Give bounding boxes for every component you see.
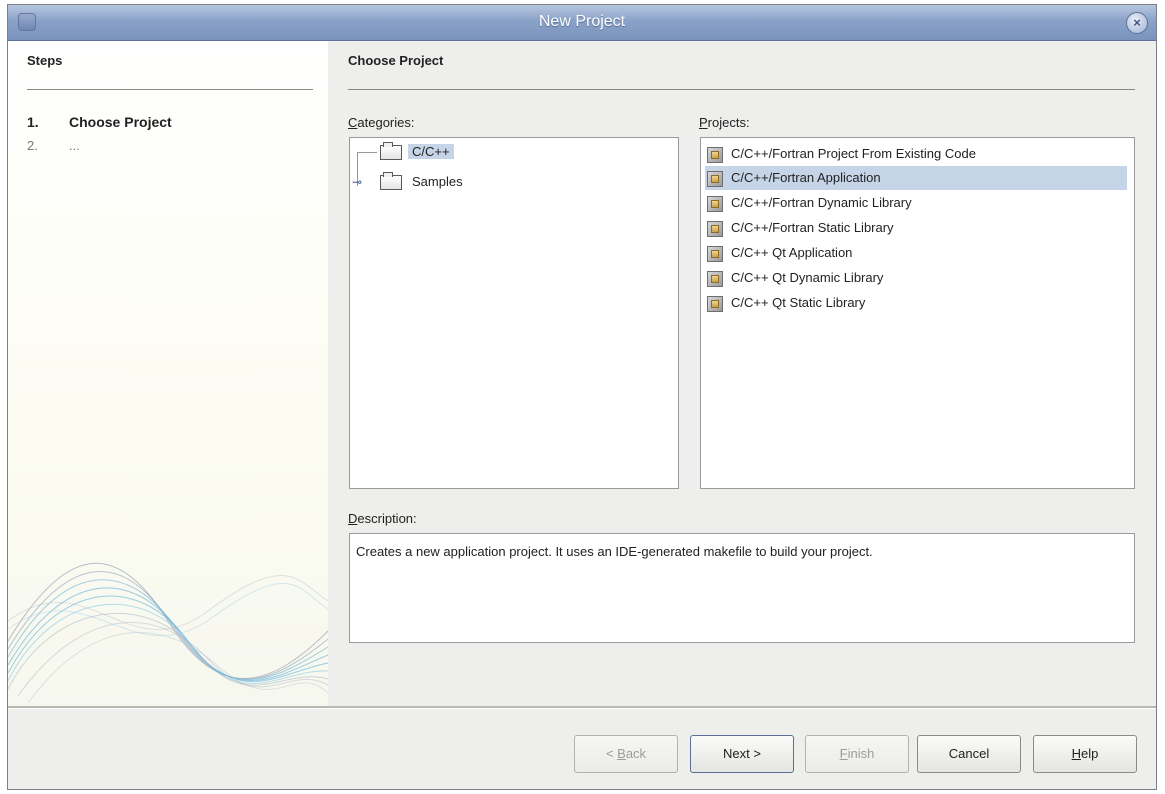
footer-divider: [8, 706, 1156, 709]
project-item[interactable]: C/C++ Qt Application: [705, 241, 1127, 265]
steps-pane: Steps 1. Choose Project 2....: [8, 41, 328, 706]
folder-icon: [380, 142, 402, 161]
help-button[interactable]: Help: [1033, 735, 1137, 773]
new-project-dialog: New Project × Steps 1. Choose Project 2..…: [7, 4, 1157, 790]
project-item[interactable]: C/C++/Fortran Application: [705, 166, 1127, 190]
project-type-icon: [707, 270, 723, 287]
project-item[interactable]: C/C++/Fortran Dynamic Library: [705, 191, 1127, 215]
categories-label-mnemonic: C: [348, 115, 358, 130]
project-label: C/C++/Fortran Static Library: [731, 220, 894, 235]
project-item[interactable]: C/C++ Qt Dynamic Library: [705, 266, 1127, 290]
project-type-icon: [707, 195, 723, 212]
project-type-icon: [707, 170, 723, 187]
project-type-icon: [707, 245, 723, 262]
section-divider: [348, 89, 1135, 90]
step-label: Choose Project: [69, 114, 172, 130]
project-label: C/C++ Qt Dynamic Library: [731, 270, 884, 285]
description-label-rest: escription:: [357, 511, 417, 526]
steps-divider: [27, 89, 313, 90]
choose-project-panel: Choose Project Categories: Projects: ⊸ C…: [328, 41, 1158, 706]
categories-label-rest: ategories:: [357, 115, 415, 130]
project-label: C/C++/Fortran Project From Existing Code: [731, 146, 976, 161]
help-mnemonic: H: [1071, 746, 1082, 761]
expand-handle-icon[interactable]: ⊸: [352, 176, 362, 188]
projects-label-mnemonic: P: [699, 115, 708, 130]
step-item-next: 2....: [27, 138, 80, 153]
finish-mnemonic: F: [839, 746, 848, 761]
description-box[interactable]: Creates a new application project. It us…: [349, 533, 1135, 643]
finish-rest: inish: [847, 746, 875, 761]
step-item-choose-project: 1. Choose Project: [27, 114, 172, 130]
project-label: C/C++ Qt Application: [731, 245, 853, 260]
tree-connector: [357, 152, 377, 153]
folder-icon: [380, 172, 402, 191]
description-label-mnemonic: D: [348, 511, 358, 526]
projects-label-rest: rojects:: [707, 115, 750, 130]
cancel-button[interactable]: Cancel: [917, 735, 1021, 773]
category-item-samples[interactable]: Samples: [380, 171, 467, 193]
categories-label: Categories:: [348, 115, 414, 130]
next-button[interactable]: Next >: [690, 735, 794, 773]
category-item-cpp[interactable]: C/C++: [380, 141, 454, 163]
back-button[interactable]: < Back: [574, 735, 678, 773]
back-prefix: <: [605, 746, 618, 761]
category-label: Samples: [412, 174, 463, 189]
project-label: C/C++ Qt Static Library: [731, 295, 866, 310]
title-bar[interactable]: New Project ×: [8, 5, 1156, 41]
category-label: C/C++: [408, 144, 454, 159]
description-label: Description:: [348, 511, 417, 526]
section-title: Choose Project: [348, 53, 444, 68]
project-item[interactable]: C/C++/Fortran Project From Existing Code: [705, 142, 1127, 166]
back-rest: ack: [625, 746, 647, 761]
project-type-icon: [707, 295, 723, 312]
help-rest: elp: [1081, 746, 1099, 761]
project-label: C/C++/Fortran Application: [731, 170, 881, 185]
categories-tree[interactable]: ⊸ C/C++ Samples: [349, 137, 679, 489]
project-item[interactable]: C/C++ Qt Static Library: [705, 291, 1127, 315]
step-label: ...: [69, 138, 80, 153]
decorative-wave-graphic: [8, 562, 328, 704]
window-title: New Project: [538, 13, 626, 30]
finish-button[interactable]: Finish: [805, 735, 909, 773]
back-mnemonic: B: [617, 746, 626, 761]
projects-list[interactable]: C/C++/Fortran Project From Existing Code…: [700, 137, 1135, 489]
step-number: 1.: [27, 114, 39, 130]
project-item[interactable]: C/C++/Fortran Static Library: [705, 216, 1127, 240]
project-label: C/C++/Fortran Dynamic Library: [731, 195, 912, 210]
step-number: 2.: [27, 138, 38, 153]
projects-label: Projects:: [699, 115, 750, 130]
close-button[interactable]: ×: [1126, 12, 1148, 34]
steps-heading: Steps: [27, 53, 63, 68]
project-type-icon: [707, 146, 723, 163]
project-type-icon: [707, 220, 723, 237]
